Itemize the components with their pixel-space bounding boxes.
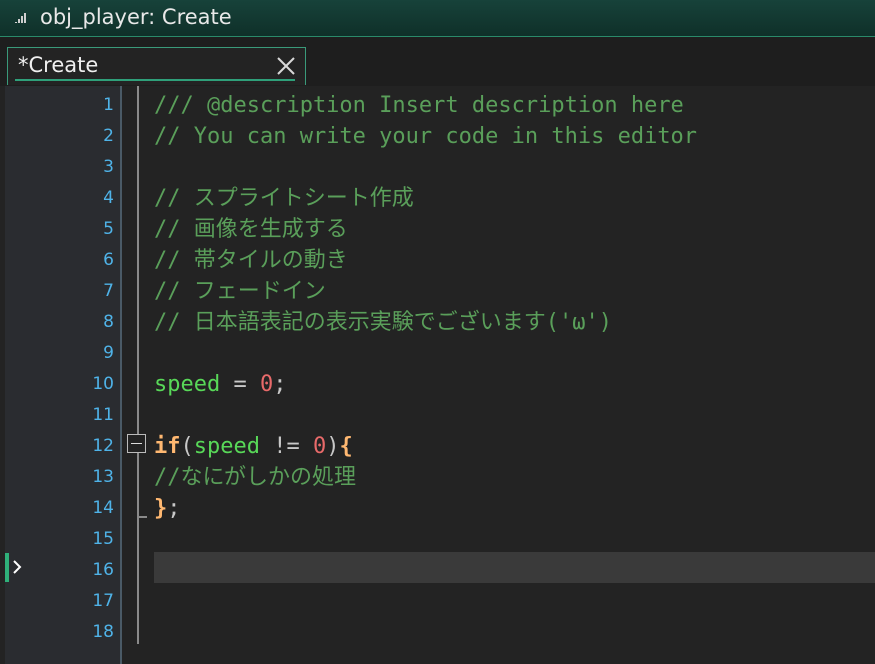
code-token: = bbox=[220, 372, 260, 397]
code-line[interactable]: speed = 0; bbox=[154, 369, 286, 400]
code-token: if bbox=[154, 434, 181, 459]
code-token: != bbox=[259, 434, 313, 459]
code-editor-window: obj_player: Create *Create 1/// @descrip… bbox=[0, 0, 875, 664]
line-number: 3 bbox=[103, 157, 114, 177]
active-tab-indicator bbox=[15, 79, 295, 81]
gutter-divider bbox=[120, 86, 122, 664]
line-number: 8 bbox=[103, 312, 114, 332]
fold-end-marker bbox=[137, 516, 147, 518]
code-line[interactable]: // 帯タイルの動き bbox=[154, 245, 348, 276]
code-line[interactable]: // You can write your code in this edito… bbox=[154, 121, 697, 152]
line-number: 2 bbox=[103, 126, 114, 146]
line-number: 9 bbox=[103, 343, 114, 363]
resize-grip-icon bbox=[14, 10, 28, 24]
line-number: 6 bbox=[103, 250, 114, 270]
line-number: 1 bbox=[103, 95, 114, 115]
line-number: 15 bbox=[92, 529, 114, 549]
code-editor[interactable]: 1 /// @description Insert description her… bbox=[0, 86, 875, 664]
code-token: ; bbox=[273, 372, 287, 397]
code-token: } bbox=[154, 496, 168, 521]
code-line[interactable]: // スプライトシート作成 bbox=[154, 183, 414, 214]
title-bar[interactable]: obj_player: Create bbox=[0, 0, 875, 37]
line-number: 5 bbox=[103, 219, 114, 239]
current-line-arrow-icon bbox=[12, 558, 24, 576]
code-token: speed bbox=[154, 372, 221, 397]
fold-guide bbox=[137, 86, 139, 644]
current-line-marker bbox=[5, 553, 9, 582]
code-token: // スプライトシート作成 bbox=[154, 186, 414, 211]
fold-collapse-icon[interactable] bbox=[127, 434, 146, 453]
line-number: 11 bbox=[92, 405, 114, 425]
code-token: //なにがしかの処理 bbox=[154, 465, 357, 490]
code-token: // 帯タイルの動き bbox=[154, 248, 348, 273]
code-token: ( bbox=[180, 434, 194, 459]
tab-strip: *Create bbox=[0, 37, 875, 86]
line-number: 16 bbox=[92, 560, 114, 580]
line-number: 14 bbox=[92, 498, 114, 518]
window-title: obj_player: Create bbox=[40, 5, 232, 29]
code-line[interactable]: // 日本語表記の表示実験でございます('ω') bbox=[154, 307, 612, 338]
code-token: ; bbox=[167, 496, 181, 521]
line-number: 7 bbox=[103, 281, 114, 301]
tab-create[interactable]: *Create bbox=[7, 47, 306, 85]
current-line-highlight bbox=[154, 552, 875, 583]
code-token: speed bbox=[193, 434, 260, 459]
line-number: 12 bbox=[92, 436, 114, 456]
code-token: // 日本語表記の表示実験でございます('ω') bbox=[154, 310, 612, 335]
code-token: ) bbox=[326, 434, 340, 459]
code-token: { bbox=[339, 434, 353, 459]
code-token: // You can write your code in this edito… bbox=[154, 124, 698, 149]
close-icon[interactable] bbox=[275, 55, 297, 77]
line-number: 13 bbox=[92, 467, 114, 487]
code-line[interactable]: //なにがしかの処理 bbox=[154, 462, 356, 493]
code-token: 0 bbox=[259, 372, 274, 397]
line-number: 10 bbox=[92, 374, 114, 394]
code-token: // 画像を生成する bbox=[154, 217, 348, 242]
code-token: /// @description Insert description here bbox=[154, 93, 684, 118]
line-number: 4 bbox=[103, 188, 114, 208]
code-line[interactable]: }; bbox=[154, 493, 181, 524]
code-line[interactable]: // フェードイン bbox=[154, 276, 326, 307]
code-line[interactable]: if(speed != 0){ bbox=[154, 431, 353, 462]
line-number: 18 bbox=[92, 622, 114, 642]
tab-label: *Create bbox=[18, 53, 99, 77]
code-token: 0 bbox=[312, 434, 327, 459]
code-token: // フェードイン bbox=[154, 279, 326, 304]
code-line[interactable]: // 画像を生成する bbox=[154, 214, 348, 245]
code-line[interactable]: /// @description Insert description here bbox=[154, 90, 684, 121]
line-number: 17 bbox=[92, 591, 114, 611]
